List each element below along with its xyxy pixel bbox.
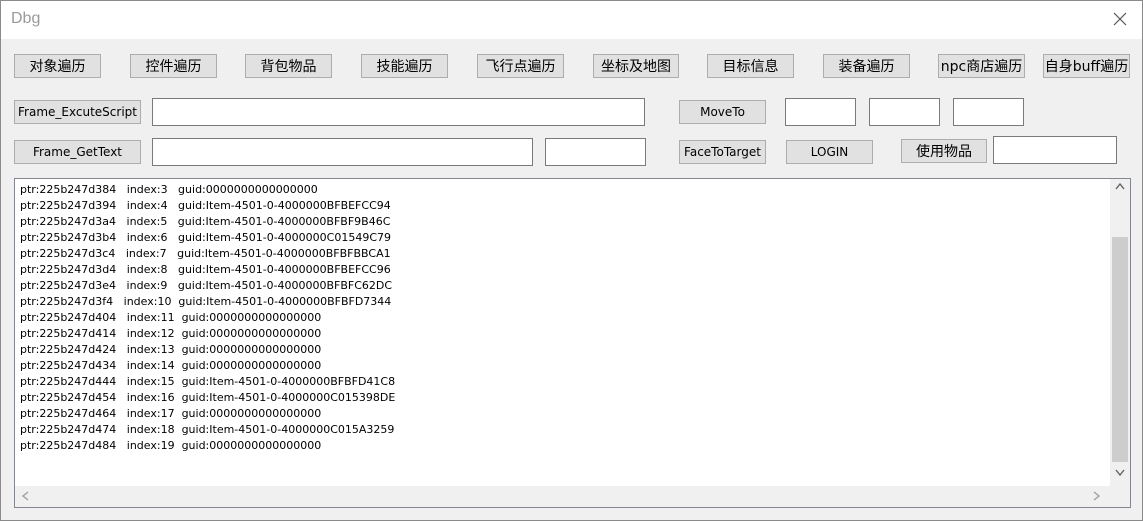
- log-line: ptr:225b247d434 index:14 guid:0000000000…: [20, 359, 322, 372]
- log-line: ptr:225b247d474 index:18 guid:Item-4501-…: [20, 423, 395, 436]
- login-button[interactable]: LOGIN: [786, 140, 873, 164]
- log-line: ptr:225b247d404 index:11 guid:0000000000…: [20, 311, 322, 324]
- chevron-right-icon[interactable]: [1093, 491, 1101, 504]
- equipment-traverse-button[interactable]: 装备遍历: [823, 54, 910, 78]
- title-bar: Dbg: [1, 1, 1142, 39]
- self-buff-traverse-button[interactable]: 自身buff遍历: [1043, 54, 1130, 78]
- script-input[interactable]: [152, 98, 645, 126]
- log-line: ptr:225b247d484 index:19 guid:0000000000…: [20, 439, 322, 452]
- frame-gettext-button[interactable]: Frame_GetText: [14, 140, 141, 164]
- log-line: ptr:225b247d454 index:16 guid:Item-4501-…: [20, 391, 396, 404]
- flight-point-traverse-button[interactable]: 飞行点遍历: [477, 54, 564, 78]
- skill-traverse-button[interactable]: 技能遍历: [361, 54, 448, 78]
- moveto-button[interactable]: MoveTo: [679, 100, 766, 124]
- log-line: ptr:225b247d3e4 index:9 guid:Item-4501-0…: [20, 279, 393, 292]
- log-line: ptr:225b247d3f4 index:10 guid:Item-4501-…: [20, 295, 392, 308]
- log-line: ptr:225b247d3d4 index:8 guid:Item-4501-0…: [20, 263, 391, 276]
- coords-map-button[interactable]: 坐标及地图: [593, 54, 679, 78]
- bag-items-button[interactable]: 背包物品: [245, 54, 332, 78]
- close-icon[interactable]: [1110, 9, 1130, 29]
- object-traverse-button[interactable]: 对象遍历: [14, 54, 101, 78]
- gettext-result-input[interactable]: [545, 138, 646, 166]
- log-line: ptr:225b247d3b4 index:6 guid:Item-4501-0…: [20, 231, 392, 244]
- log-lines: ptr:225b247d384 index:3 guid:00000000000…: [20, 182, 395, 454]
- frame-execute-script-button[interactable]: Frame_ExcuteScript: [14, 100, 141, 124]
- y-coordinate-input[interactable]: [869, 98, 940, 126]
- npc-shop-traverse-button[interactable]: npc商店遍历: [938, 54, 1025, 78]
- log-line: ptr:225b247d394 index:4 guid:Item-4501-0…: [20, 199, 391, 212]
- gettext-input[interactable]: [152, 138, 533, 166]
- z-coordinate-input[interactable]: [953, 98, 1024, 126]
- horizontal-scrollbar[interactable]: [15, 486, 1110, 507]
- vertical-scroll-thumb[interactable]: [1112, 237, 1128, 462]
- chevron-left-icon[interactable]: [21, 491, 29, 504]
- log-line: ptr:225b247d384 index:3 guid:00000000000…: [20, 183, 318, 196]
- log-line: ptr:225b247d444 index:15 guid:Item-4501-…: [20, 375, 396, 388]
- x-coordinate-input[interactable]: [785, 98, 856, 126]
- face-to-target-button[interactable]: FaceToTarget: [679, 140, 766, 164]
- control-traverse-button[interactable]: 控件遍历: [130, 54, 217, 78]
- log-line: ptr:225b247d414 index:12 guid:0000000000…: [20, 327, 322, 340]
- log-line: ptr:225b247d464 index:17 guid:0000000000…: [20, 407, 322, 420]
- vertical-scrollbar[interactable]: [1110, 179, 1130, 486]
- scroll-corner: [1110, 486, 1130, 507]
- log-output[interactable]: ptr:225b247d384 index:3 guid:00000000000…: [14, 178, 1131, 508]
- window-title: Dbg: [11, 10, 41, 27]
- dbg-window: Dbg 对象遍历 控件遍历 背包物品 技能遍历 飞行点遍历 坐标及地图 目标信息…: [0, 0, 1143, 521]
- use-item-input[interactable]: [993, 136, 1117, 164]
- log-line: ptr:225b247d3a4 index:5 guid:Item-4501-0…: [20, 215, 391, 228]
- use-item-button[interactable]: 使用物品: [901, 139, 987, 163]
- target-info-button[interactable]: 目标信息: [707, 54, 794, 78]
- log-line: ptr:225b247d424 index:13 guid:0000000000…: [20, 343, 322, 356]
- chevron-up-icon[interactable]: [1115, 182, 1125, 193]
- chevron-down-icon[interactable]: [1115, 469, 1125, 480]
- log-line: ptr:225b247d3c4 index:7 guid:Item-4501-0…: [20, 247, 391, 260]
